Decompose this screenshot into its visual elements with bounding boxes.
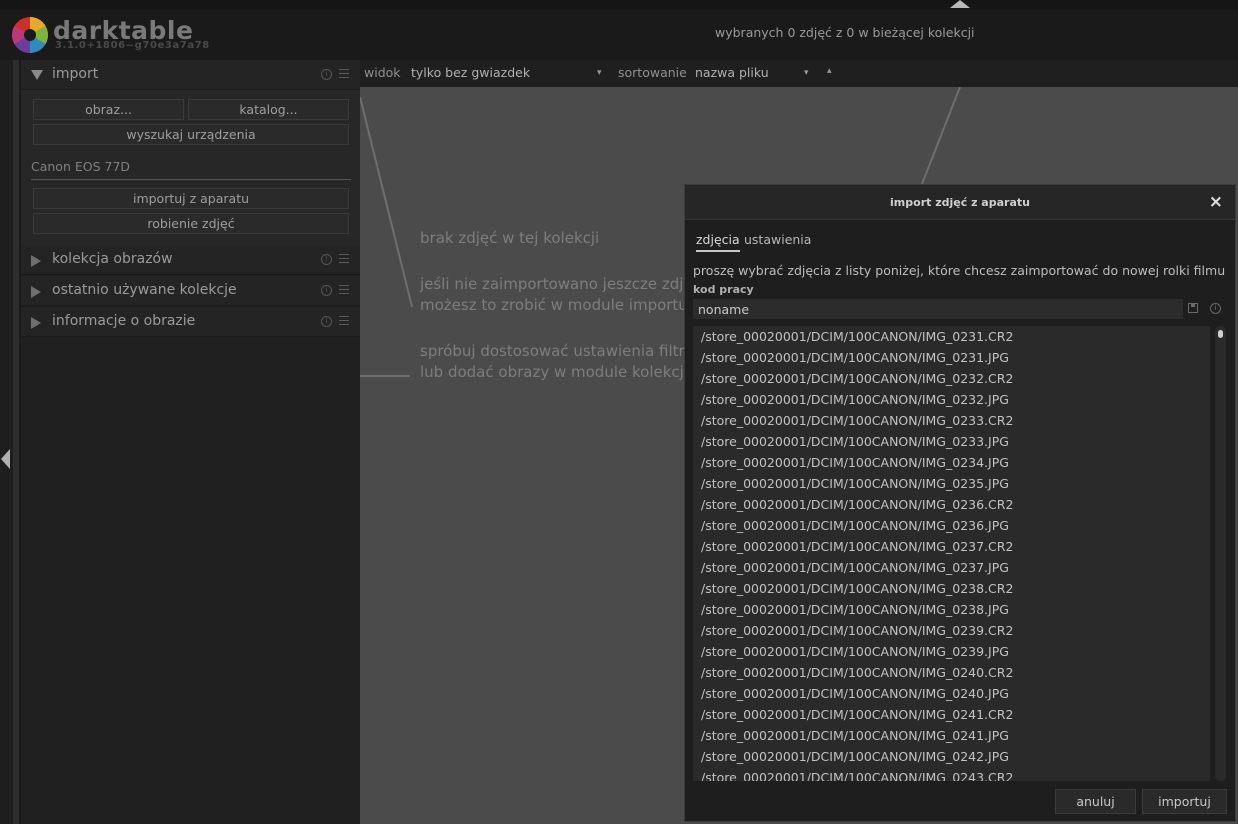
module-label: ostatnio używane kolekcje [52, 282, 237, 298]
file-list[interactable]: /store_00020001/DCIM/100CANON/IMG_0231.C… [693, 326, 1210, 781]
list-item[interactable]: /store_00020001/DCIM/100CANON/IMG_0235.J… [701, 473, 1009, 494]
jobcode-label: kod pracy [693, 283, 754, 296]
collapsed-arrow-icon [31, 255, 41, 267]
view-filter-dropdown[interactable]: tylko bez gwiazdek [411, 65, 530, 80]
info-icon[interactable]: i [321, 285, 332, 296]
add-folder-button[interactable]: katalog... [188, 99, 349, 120]
camera-import-dialog: import zdjęć z aparatu × zdjęcia ustawie… [684, 184, 1236, 822]
list-item[interactable]: /store_00020001/DCIM/100CANON/IMG_0236.C… [701, 494, 1013, 515]
module-label: informacje o obrazie [52, 313, 196, 329]
collapsed-arrow-icon [31, 286, 41, 298]
list-item[interactable]: /store_00020001/DCIM/100CANON/IMG_0239.C… [701, 620, 1013, 641]
info-icon[interactable]: i [321, 316, 332, 327]
list-item[interactable]: /store_00020001/DCIM/100CANON/IMG_0240.C… [701, 662, 1013, 683]
presets-menu-icon[interactable] [339, 69, 349, 80]
list-item[interactable]: /store_00020001/DCIM/100CANON/IMG_0234.J… [701, 452, 1009, 473]
tab-photos[interactable]: zdjęcia [696, 232, 740, 252]
camera-divider [31, 179, 351, 180]
list-item[interactable]: /store_00020001/DCIM/100CANON/IMG_0233.C… [701, 410, 1013, 431]
header: darktable 3.1.0+1806~g70e3a7a78 wybranyc… [0, 10, 1238, 60]
module-header-image-information[interactable]: informacje o obrazie i [21, 307, 360, 337]
close-icon[interactable]: × [1209, 192, 1223, 212]
presets-menu-icon[interactable] [339, 254, 349, 265]
list-item[interactable]: /store_00020001/DCIM/100CANON/IMG_0239.J… [701, 641, 1009, 662]
dialog-title: import zdjęć z aparatu [890, 196, 1030, 209]
left-edge-border [0, 60, 13, 824]
info-icon[interactable]: i [1210, 303, 1221, 314]
module-header-recent-collections[interactable]: ostatnio używane kolekcje i [21, 276, 360, 306]
scrollbar-thumb[interactable] [1218, 330, 1223, 338]
tethered-shoot-button[interactable]: robienie zdjęć [33, 213, 349, 234]
selection-status: wybranych 0 zdjęć z 0 w bieżącej kolekcj… [715, 25, 975, 40]
dialog-title-bar: import zdjęć z aparatu × [685, 185, 1235, 220]
collapsed-arrow-icon [31, 317, 41, 329]
import-button[interactable]: importuj [1142, 789, 1227, 814]
collection-hint-line-1: spróbuj dostosować ustawienia filtr [420, 342, 685, 360]
list-item[interactable]: /store_00020001/DCIM/100CANON/IMG_0242.J… [701, 746, 1009, 767]
module-label: import [52, 66, 99, 82]
left-edge-divider [13, 60, 19, 824]
sort-direction-icon[interactable]: ▴ [827, 66, 832, 76]
list-item[interactable]: /store_00020001/DCIM/100CANON/IMG_0237.J… [701, 557, 1009, 578]
jobcode-input[interactable] [693, 299, 1183, 319]
collection-hint-line-2: lub dodać obrazy w module kolekcji [420, 363, 688, 381]
module-label: kolekcja obrazów [52, 251, 173, 267]
add-image-button[interactable]: obraz... [33, 99, 184, 120]
import-hint-line-1: jeśli nie zaimportowano jeszcze zdj [420, 275, 684, 293]
left-panel: import i obraz... katalog... wyszukaj ur… [21, 60, 360, 824]
save-icon[interactable] [1188, 303, 1198, 313]
module-header-import[interactable]: import i [21, 60, 360, 90]
dialog-instructions: proszę wybrać zdjęcia z listy poniżej, k… [693, 263, 1226, 278]
list-item[interactable]: /store_00020001/DCIM/100CANON/IMG_0233.J… [701, 431, 1009, 452]
list-item[interactable]: /store_00020001/DCIM/100CANON/IMG_0237.C… [701, 536, 1013, 557]
camera-name: Canon EOS 77D [31, 159, 131, 174]
collapse-top-panel-icon[interactable] [950, 0, 970, 8]
info-icon[interactable]: i [321, 69, 332, 80]
tab-settings[interactable]: ustawienia [744, 232, 811, 247]
import-from-camera-button[interactable]: importuj z aparatu [33, 188, 349, 209]
expanded-arrow-icon [31, 70, 43, 80]
import-hint-line-2: możesz to zrobić w module importu [420, 296, 688, 314]
list-item[interactable]: /store_00020001/DCIM/100CANON/IMG_0240.J… [701, 683, 1009, 704]
scan-devices-button[interactable]: wyszukaj urządzenia [33, 124, 349, 145]
list-item[interactable]: /store_00020001/DCIM/100CANON/IMG_0238.C… [701, 578, 1013, 599]
empty-collection-title: brak zdjęć w tej kolekcji [420, 229, 600, 247]
chevron-down-icon[interactable]: ▾ [597, 68, 602, 78]
list-item[interactable]: /store_00020001/DCIM/100CANON/IMG_0236.J… [701, 515, 1009, 536]
list-item[interactable]: /store_00020001/DCIM/100CANON/IMG_0243.C… [701, 767, 1013, 781]
top-panel-bar [0, 0, 1238, 10]
view-label: widok [364, 65, 401, 80]
filter-toolbar: widok tylko bez gwiazdek ▾ sortowanie na… [360, 60, 1238, 87]
list-item[interactable]: /store_00020001/DCIM/100CANON/IMG_0238.J… [701, 599, 1009, 620]
list-item[interactable]: /store_00020001/DCIM/100CANON/IMG_0231.J… [701, 347, 1009, 368]
list-item[interactable]: /store_00020001/DCIM/100CANON/IMG_0232.C… [701, 368, 1013, 389]
darktable-logo [12, 17, 48, 53]
collapse-left-panel-icon[interactable] [1, 449, 10, 469]
list-item[interactable]: /store_00020001/DCIM/100CANON/IMG_0241.J… [701, 725, 1009, 746]
presets-menu-icon[interactable] [339, 316, 349, 327]
import-module-body: obraz... katalog... wyszukaj urządzenia … [21, 90, 360, 245]
module-header-collection[interactable]: kolekcja obrazów i [21, 245, 360, 275]
sort-label: sortowanie [618, 65, 687, 80]
info-icon[interactable]: i [321, 254, 332, 265]
sort-order-dropdown[interactable]: nazwa pliku [695, 65, 769, 80]
app-version: 3.1.0+1806~g70e3a7a78 [55, 40, 210, 51]
cancel-button[interactable]: anuluj [1055, 789, 1136, 814]
list-item[interactable]: /store_00020001/DCIM/100CANON/IMG_0232.J… [701, 389, 1009, 410]
chevron-down-icon[interactable]: ▾ [804, 68, 809, 78]
list-item[interactable]: /store_00020001/DCIM/100CANON/IMG_0231.C… [701, 326, 1013, 347]
presets-menu-icon[interactable] [339, 285, 349, 296]
list-item[interactable]: /store_00020001/DCIM/100CANON/IMG_0241.C… [701, 704, 1013, 725]
scrollbar[interactable] [1215, 326, 1226, 781]
